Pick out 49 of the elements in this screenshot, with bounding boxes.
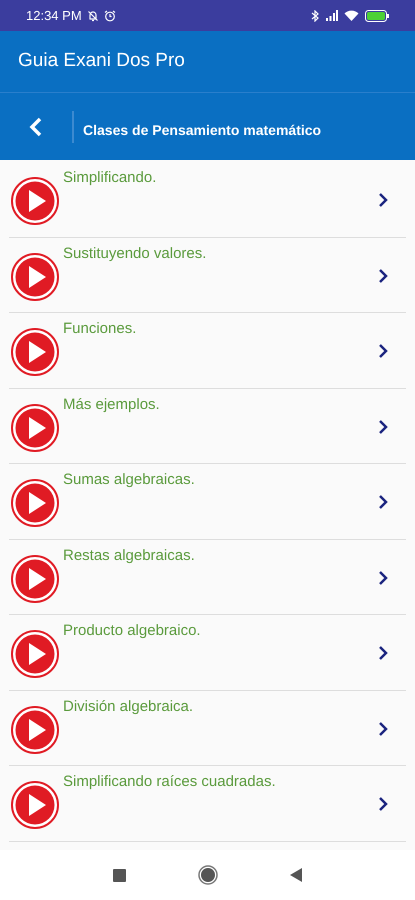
lesson-item[interactable]: Más ejemplos. — [9, 388, 406, 464]
play-icon — [11, 328, 59, 376]
lesson-title: Restas algebraicas. — [63, 546, 195, 566]
app-title: Guia Exani Dos Pro — [18, 49, 185, 74]
play-icon — [11, 554, 59, 602]
lesson-title: Funciones. — [63, 319, 136, 339]
lesson-item[interactable]: Restas algebraicas. — [9, 540, 406, 615]
lesson-title: Simplificando. — [63, 168, 156, 188]
bell-off-icon — [86, 10, 99, 22]
chevron-right-icon — [378, 418, 388, 434]
section-title: Clases de Pensamiento matemático — [83, 121, 322, 140]
chevron-right-icon — [378, 720, 388, 736]
lesson-item[interactable]: Sustituyendo valores. — [9, 238, 406, 313]
lesson-title: Producto algebraico. — [63, 621, 201, 641]
lesson-title: Sustituyendo valores. — [63, 244, 206, 264]
back-icon[interactable] — [290, 868, 302, 882]
lesson-item[interactable]: Sumas algebraicas. — [9, 464, 406, 540]
play-icon — [11, 404, 59, 452]
back-icon — [29, 116, 43, 136]
lesson-item[interactable]: Funciones. — [9, 313, 406, 388]
battery-icon — [365, 10, 389, 22]
play-icon — [11, 252, 59, 300]
status-time: 12:34 PM — [26, 6, 82, 25]
wifi-icon — [344, 10, 359, 21]
play-icon — [11, 177, 59, 225]
play-icon — [11, 781, 59, 829]
lesson-item[interactable]: División algebraica. — [9, 690, 406, 766]
alarm-icon — [104, 10, 116, 22]
play-icon — [11, 706, 59, 754]
lesson-item[interactable]: Producto algebraico. — [9, 615, 406, 690]
chevron-right-icon — [378, 645, 388, 661]
lesson-title: Más ejemplos. — [63, 394, 160, 414]
recents-icon[interactable] — [113, 868, 126, 882]
play-icon — [11, 479, 59, 527]
chevron-right-icon — [378, 494, 388, 510]
chevron-right-icon — [378, 343, 388, 359]
lesson-item[interactable]: Simplificando raíces cuadradas. — [9, 766, 406, 842]
lesson-item[interactable]: Simplificando. — [9, 162, 406, 238]
lesson-title: Sumas algebraicas. — [63, 470, 195, 490]
chevron-right-icon — [378, 570, 388, 586]
chevron-right-icon — [378, 192, 388, 208]
play-icon — [11, 630, 59, 678]
lesson-title: Simplificando raíces cuadradas. — [63, 772, 276, 792]
chevron-right-icon — [378, 796, 388, 812]
signal-icon — [325, 10, 338, 21]
home-icon[interactable] — [198, 865, 218, 885]
bluetooth-icon — [311, 10, 319, 22]
lesson-title: División algebraica. — [63, 696, 194, 716]
chevron-right-icon — [378, 268, 388, 284]
